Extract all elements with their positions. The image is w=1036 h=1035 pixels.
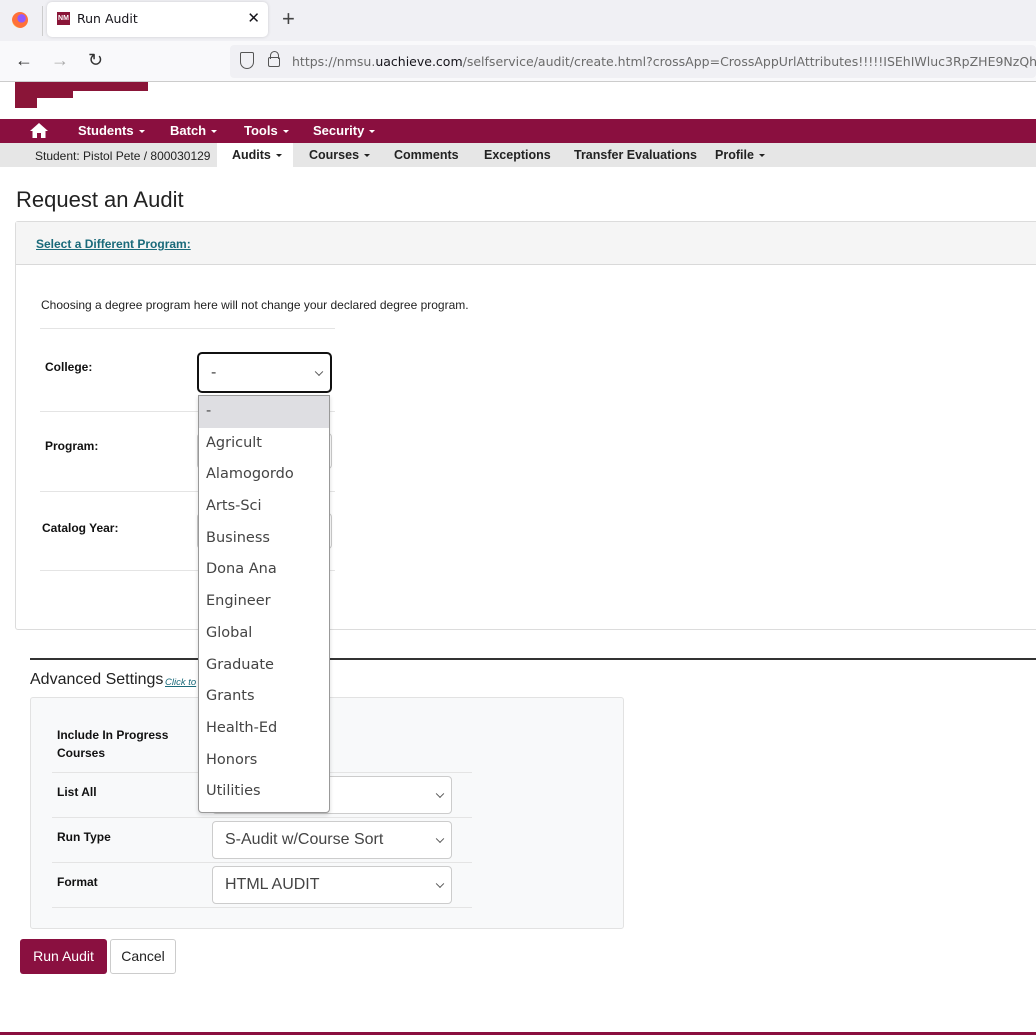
- tab-title: Run Audit: [77, 11, 138, 26]
- lock-icon[interactable]: [268, 51, 280, 67]
- college-option[interactable]: Graduate: [199, 650, 329, 682]
- program-label: Program:: [45, 439, 99, 453]
- new-tab-icon[interactable]: +: [282, 6, 295, 32]
- firefox-icon[interactable]: [12, 12, 28, 28]
- subnav-profile[interactable]: Profile: [715, 143, 765, 167]
- college-option[interactable]: Dona Ana: [199, 554, 329, 586]
- chevron-down-icon: [435, 789, 445, 799]
- college-option[interactable]: Health-Ed: [199, 713, 329, 745]
- college-option[interactable]: Global: [199, 618, 329, 650]
- college-option[interactable]: Grants: [199, 681, 329, 713]
- chevron-down-icon: [435, 834, 445, 844]
- advanced-settings-title: Advanced Settings: [30, 671, 164, 688]
- nmsu-favicon-icon: NM: [57, 12, 70, 25]
- advanced-settings-toggle-link[interactable]: Click to: [165, 677, 196, 688]
- nav-batch[interactable]: Batch: [170, 123, 218, 138]
- chevron-down-icon: [314, 367, 324, 376]
- college-option[interactable]: -: [199, 396, 329, 428]
- college-option[interactable]: Engineer: [199, 586, 329, 618]
- url-bar[interactable]: https://nmsu.uachieve.com/selfservice/au…: [230, 45, 1036, 78]
- student-sub-nav: Student: Pistol Pete / 800030129 Audits …: [0, 143, 1036, 167]
- page-title: Request an Audit: [16, 187, 184, 212]
- url-path: /selfservice/audit/create.html?crossApp=…: [462, 54, 1036, 69]
- college-option[interactable]: Agricult: [199, 428, 329, 460]
- subnav-courses[interactable]: Courses: [309, 143, 371, 167]
- include-in-progress-label: Include In Progress Courses: [57, 728, 169, 760]
- close-tab-icon[interactable]: ✕: [247, 9, 260, 27]
- subnav-transfer-evaluations[interactable]: Transfer Evaluations: [574, 143, 697, 167]
- college-option[interactable]: Arts-Sci: [199, 491, 329, 523]
- shield-icon[interactable]: [240, 52, 254, 69]
- nav-students[interactable]: Students: [78, 123, 145, 138]
- run-type-label: Run Type: [57, 830, 111, 844]
- program-card: Select a Different Program: Choosing a d…: [15, 221, 1036, 630]
- run-type-value: S-Audit w/Course Sort: [225, 831, 384, 848]
- card-header: Select a Different Program:: [16, 222, 1036, 265]
- home-icon[interactable]: [30, 123, 48, 138]
- college-select[interactable]: -: [197, 352, 332, 393]
- cancel-button[interactable]: Cancel: [110, 939, 176, 974]
- run-audit-button[interactable]: Run Audit: [20, 939, 107, 974]
- section-separator: [30, 658, 1036, 660]
- format-select[interactable]: HTML AUDIT: [212, 866, 452, 904]
- chevron-down-icon: [435, 879, 445, 889]
- list-all-label: List All: [57, 785, 97, 799]
- subnav-comments[interactable]: Comments: [394, 143, 459, 167]
- url-domain: uachieve.com: [375, 54, 463, 69]
- college-dropdown-list[interactable]: - Agricult Alamogordo Arts-Sci Business Dona …: [198, 395, 330, 813]
- notice-text: Choosing a degree program here will not …: [41, 298, 469, 312]
- browser-nav-bar: ← → ↻ https://nmsu.uachieve.com/selfserv…: [0, 41, 1036, 82]
- college-option[interactable]: Business: [199, 523, 329, 555]
- browser-tab-strip: NM Run Audit ✕ +: [0, 0, 1036, 41]
- divider: [40, 328, 335, 329]
- college-option[interactable]: Honors: [199, 745, 329, 777]
- college-option[interactable]: Alamogordo: [199, 459, 329, 491]
- divider: [52, 907, 472, 908]
- divider: [52, 817, 472, 818]
- forward-icon[interactable]: →: [51, 50, 69, 71]
- college-select-value: -: [211, 364, 217, 381]
- browser-tab[interactable]: NM Run Audit ✕: [47, 2, 268, 37]
- tab-separator: [42, 6, 43, 36]
- subnav-exceptions[interactable]: Exceptions: [484, 143, 551, 167]
- reload-icon[interactable]: ↻: [88, 50, 103, 71]
- url-text[interactable]: https://nmsu.uachieve.com/selfservice/au…: [292, 54, 1036, 69]
- nav-tools[interactable]: Tools: [244, 123, 289, 138]
- divider: [52, 862, 472, 863]
- run-type-select[interactable]: S-Audit w/Course Sort: [212, 821, 452, 859]
- back-icon[interactable]: ←: [15, 50, 33, 71]
- catalog-year-label: Catalog Year:: [42, 521, 119, 535]
- college-label: College:: [45, 360, 93, 374]
- select-different-program-link[interactable]: Select a Different Program:: [36, 237, 191, 251]
- nav-security[interactable]: Security: [313, 123, 376, 138]
- format-label: Format: [57, 875, 98, 889]
- subnav-audits[interactable]: Audits: [217, 143, 293, 167]
- main-nav: Students Batch Tools Security: [0, 119, 1036, 143]
- student-info: Student: Pistol Pete / 800030129: [35, 149, 211, 163]
- format-value: HTML AUDIT: [225, 876, 320, 893]
- college-option[interactable]: Utilities: [199, 776, 329, 808]
- url-prefix: https://nmsu.: [292, 54, 376, 69]
